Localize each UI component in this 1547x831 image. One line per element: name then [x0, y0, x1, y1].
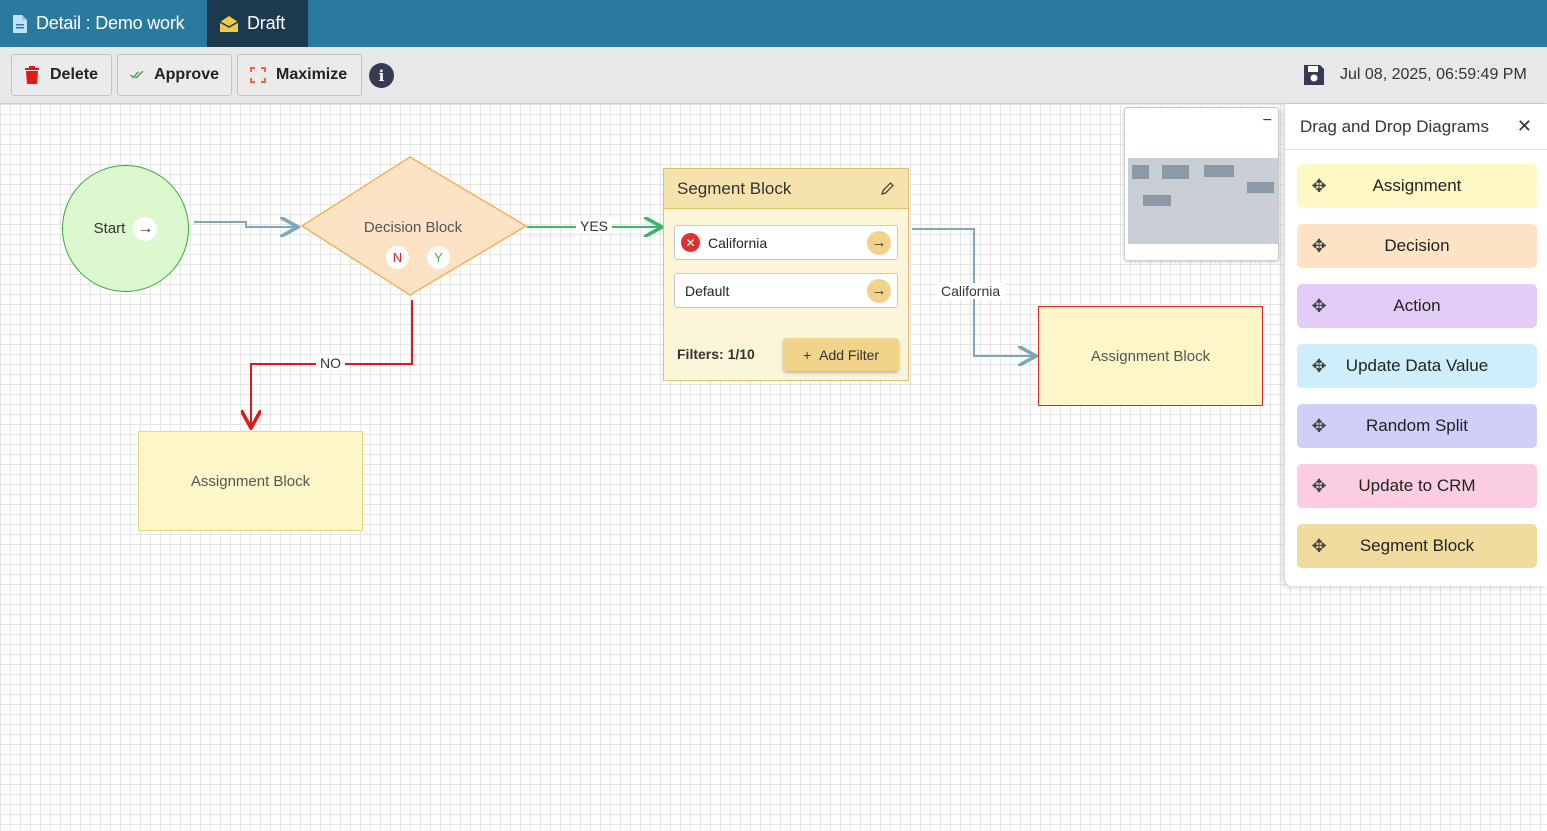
- segment-row-label: California: [708, 234, 768, 251]
- move-icon[interactable]: ✥: [1297, 476, 1341, 497]
- save-icon[interactable]: [1302, 63, 1326, 87]
- minimize-icon[interactable]: −: [1263, 112, 1272, 130]
- edge-yes-label: YES: [576, 218, 613, 234]
- maximize-icon: [250, 67, 266, 83]
- palette-item-label: Action: [1393, 296, 1441, 315]
- tab-detail[interactable]: Detail : Demo work: [0, 0, 206, 47]
- palette-item-label: Random Split: [1365, 416, 1469, 435]
- pencil-icon[interactable]: [880, 181, 895, 196]
- segment-block-node[interactable]: Segment Block ✕ California → Default → F…: [663, 168, 909, 381]
- minimap-node: [1143, 195, 1171, 206]
- arrow-right-icon[interactable]: →: [867, 230, 891, 255]
- start-node[interactable]: Start →: [62, 165, 189, 292]
- segment-row[interactable]: ✕ California →: [674, 225, 898, 260]
- filters-count: Filters: 1/10: [677, 346, 755, 362]
- edge-california-label: California: [937, 283, 1005, 299]
- approve-label: Approve: [154, 66, 219, 83]
- delete-button[interactable]: Delete: [11, 54, 112, 96]
- plus-icon: +: [802, 346, 812, 363]
- segment-row-label: Default: [685, 282, 730, 299]
- segment-header: Segment Block: [664, 169, 908, 209]
- trash-icon: [25, 66, 39, 84]
- decision-yes-handle[interactable]: Y: [427, 246, 450, 269]
- arrow-right-icon[interactable]: →: [133, 216, 158, 241]
- saved-timestamp: Jul 08, 2025, 06:59:49 PM: [1340, 66, 1527, 83]
- palette-item-label: Update Data Value: [1345, 356, 1489, 375]
- segment-row[interactable]: Default →: [674, 273, 898, 308]
- double-check-icon: [130, 70, 144, 79]
- minimap-node: [1204, 165, 1234, 177]
- move-icon[interactable]: ✥: [1297, 356, 1341, 377]
- remove-icon[interactable]: ✕: [681, 233, 700, 252]
- minimap-node: [1162, 165, 1189, 179]
- move-icon[interactable]: ✥: [1297, 176, 1341, 197]
- move-icon[interactable]: ✥: [1297, 416, 1341, 437]
- palette-item[interactable]: ✥ Assignment: [1297, 164, 1537, 208]
- close-icon[interactable]: ✕: [1517, 116, 1532, 137]
- start-label: Start: [93, 220, 126, 237]
- move-icon[interactable]: ✥: [1297, 236, 1341, 257]
- title-bar: Detail : Demo work Draft: [0, 0, 1547, 47]
- tab-draft-label: Draft: [247, 13, 286, 33]
- palette-item-label: Segment Block: [1359, 536, 1475, 555]
- assignment-block-node[interactable]: Assignment Block: [138, 431, 363, 531]
- arrow-right-icon[interactable]: →: [867, 278, 891, 303]
- decision-label: Decision Block: [363, 219, 463, 236]
- minimap-node: [1132, 165, 1149, 179]
- segment-title: Segment Block: [677, 178, 792, 198]
- move-icon[interactable]: ✥: [1297, 536, 1341, 557]
- palette-item-label: Decision: [1384, 236, 1450, 255]
- maximize-button[interactable]: Maximize: [237, 54, 362, 96]
- tab-draft[interactable]: Draft: [207, 0, 308, 47]
- assignment-label: Assignment Block: [1090, 347, 1211, 365]
- delete-label: Delete: [50, 66, 99, 83]
- palette-item[interactable]: ✥ Update to CRM: [1297, 464, 1537, 508]
- palette-item[interactable]: ✥ Segment Block: [1297, 524, 1537, 568]
- palette-item[interactable]: ✥ Random Split: [1297, 404, 1537, 448]
- minimap-node: [1247, 182, 1274, 193]
- assignment-label: Assignment Block: [190, 472, 311, 490]
- palette-item[interactable]: ✥ Update Data Value: [1297, 344, 1537, 388]
- palette-panel: Drag and Drop Diagrams ✕ ✥ Assignment ✥ Dec…: [1284, 104, 1547, 586]
- edge-no-label: NO: [316, 355, 345, 371]
- move-icon[interactable]: ✥: [1297, 296, 1341, 317]
- maximize-label: Maximize: [276, 66, 348, 83]
- approve-button[interactable]: Approve: [117, 54, 232, 96]
- tab-detail-label: Detail : Demo work: [36, 13, 185, 33]
- minimap-viewport[interactable]: [1128, 158, 1278, 244]
- decision-no-handle[interactable]: N: [386, 246, 409, 269]
- assignment-block-node-selected[interactable]: Assignment Block: [1038, 306, 1263, 406]
- palette-item[interactable]: ✥ Action: [1297, 284, 1537, 328]
- open-envelope-icon: [219, 15, 239, 32]
- info-icon[interactable]: i: [369, 63, 394, 88]
- add-filter-label: Add Filter: [819, 346, 880, 363]
- palette-header: Drag and Drop Diagrams ✕: [1285, 104, 1547, 150]
- palette-title: Drag and Drop Diagrams: [1300, 116, 1489, 136]
- document-icon: [13, 14, 27, 33]
- palette-item-label: Update to CRM: [1358, 476, 1476, 495]
- add-filter-button[interactable]: + Add Filter: [783, 338, 899, 371]
- palette-item[interactable]: ✥ Decision: [1297, 224, 1537, 268]
- minimap[interactable]: −: [1124, 107, 1279, 261]
- palette-item-label: Assignment: [1372, 176, 1462, 195]
